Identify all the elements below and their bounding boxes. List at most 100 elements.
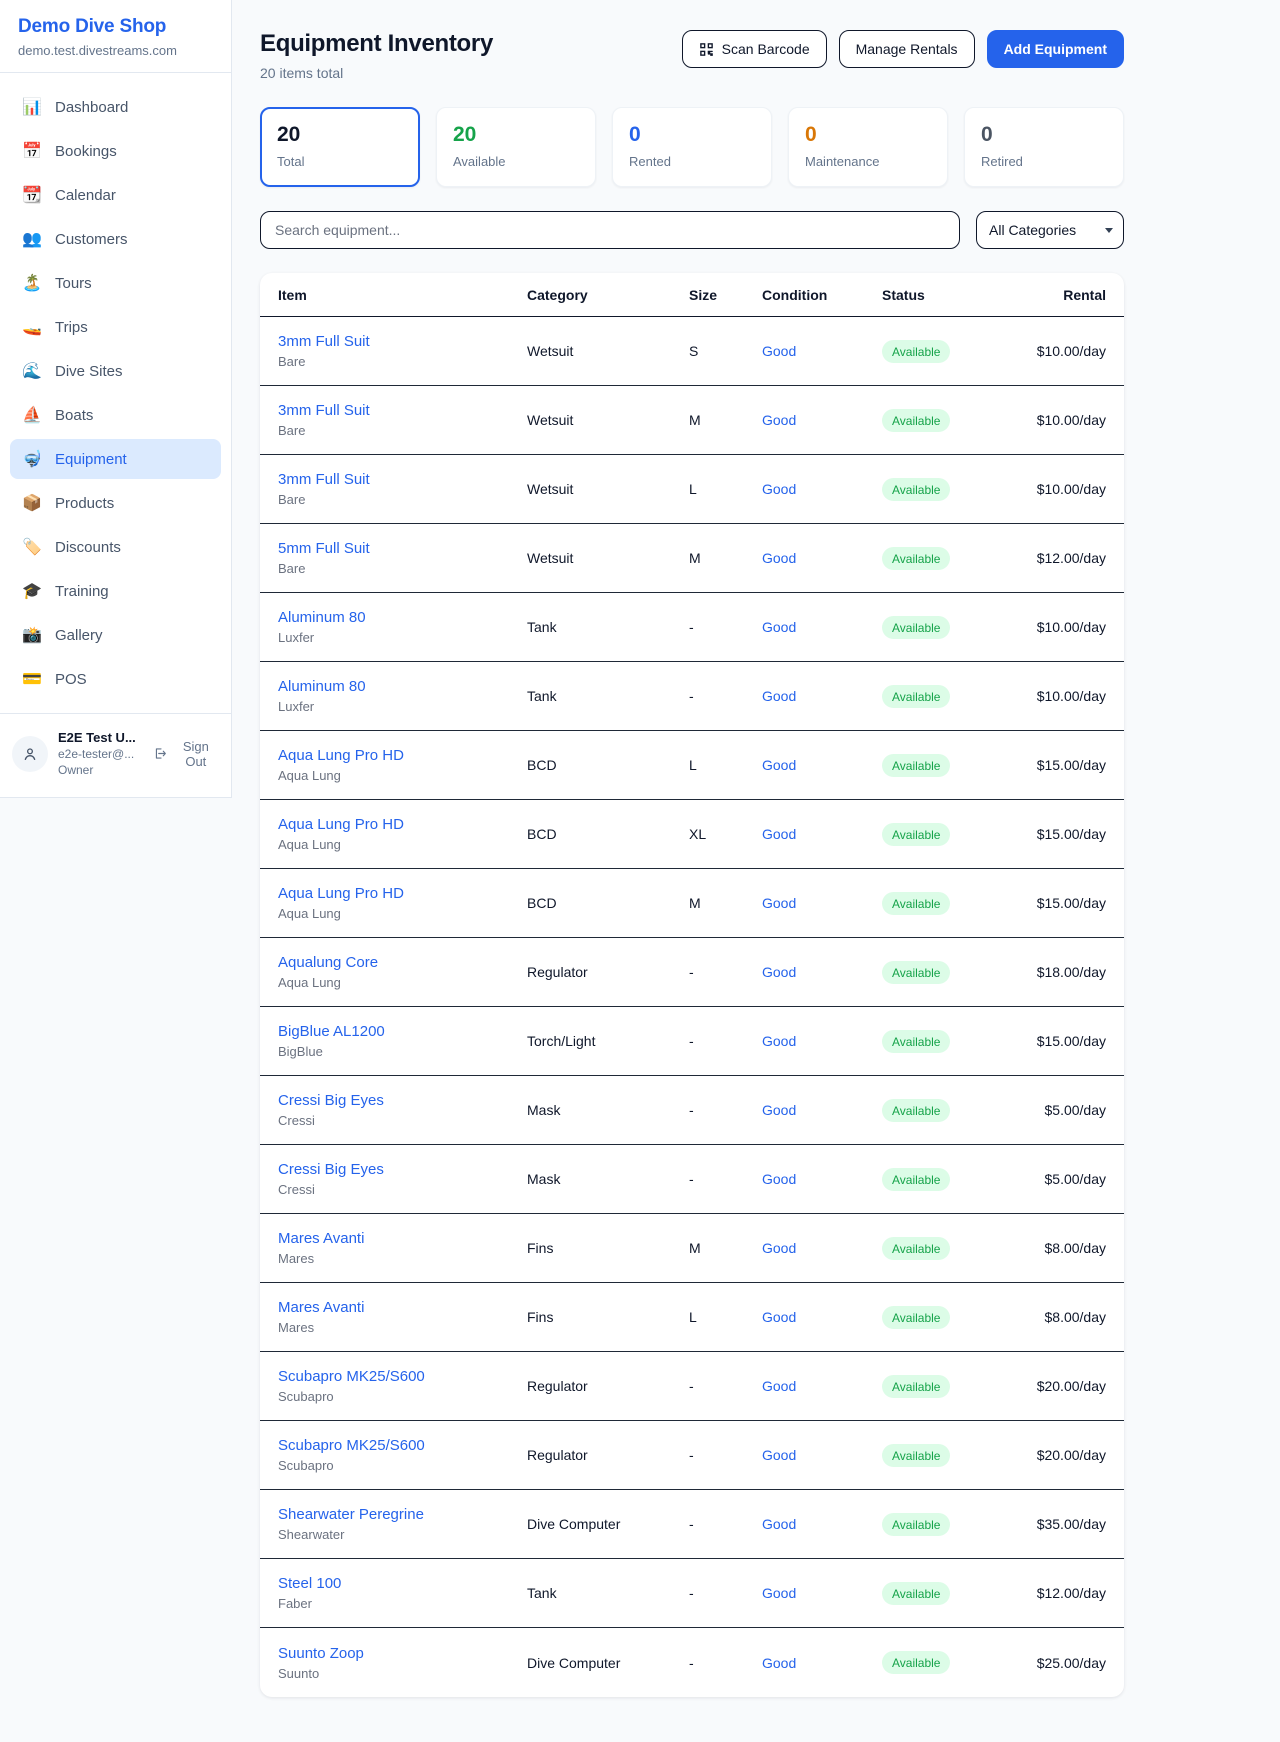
sidebar-item[interactable]: 📦 Products (10, 483, 221, 523)
stat-card[interactable]: 0 Rented (612, 107, 772, 187)
sidebar-item-icon: 🤿 (22, 449, 42, 469)
rental-cell: $15.00/day (1022, 757, 1106, 773)
condition-link[interactable]: Good (762, 1309, 882, 1325)
condition-link[interactable]: Good (762, 550, 882, 566)
search-input[interactable] (260, 211, 960, 249)
sidebar-item[interactable]: 👥 Customers (10, 219, 221, 259)
condition-link[interactable]: Good (762, 826, 882, 842)
sidebar-item[interactable]: 📸 Gallery (10, 615, 221, 655)
condition-link[interactable]: Good (762, 1033, 882, 1049)
size-cell: - (689, 964, 762, 980)
sidebar-item[interactable]: 📅 Bookings (10, 131, 221, 171)
item-name-link[interactable]: BigBlue AL1200 (278, 1023, 527, 1040)
sidebar-item[interactable]: 🏷️ Discounts (10, 527, 221, 567)
item-name-link[interactable]: Aqua Lung Pro HD (278, 747, 527, 764)
status-cell: Available (882, 1651, 1022, 1674)
sidebar-item[interactable]: 📆 Calendar (10, 175, 221, 215)
item-name-link[interactable]: Scubapro MK25/S600 (278, 1368, 527, 1385)
status-cell: Available (882, 685, 1022, 708)
category-cell: Torch/Light (527, 1033, 689, 1049)
sidebar-item-icon: 🌊 (22, 361, 42, 381)
sidebar-item[interactable]: 🤿 Equipment (10, 439, 221, 479)
item-name-link[interactable]: Aluminum 80 (278, 609, 527, 626)
stat-card[interactable]: 0 Retired (964, 107, 1124, 187)
condition-link[interactable]: Good (762, 1171, 882, 1187)
condition-link[interactable]: Good (762, 343, 882, 359)
item-name-link[interactable]: Aqualung Core (278, 954, 527, 971)
sidebar-item-label: Gallery (55, 627, 103, 644)
condition-link[interactable]: Good (762, 1102, 882, 1118)
item-cell: Aqua Lung Pro HD Aqua Lung (278, 816, 527, 852)
add-equipment-label: Add Equipment (1004, 41, 1107, 57)
sidebar-item-icon: 📸 (22, 625, 42, 645)
sign-out-button[interactable]: Sign Out (153, 739, 219, 769)
sign-out-label: Sign Out (173, 739, 219, 769)
sidebar-item[interactable]: ⛵ Boats (10, 395, 221, 435)
scan-barcode-label: Scan Barcode (722, 41, 810, 57)
sidebar-item[interactable]: 🏝️ Tours (10, 263, 221, 303)
rental-cell: $12.00/day (1022, 550, 1106, 566)
condition-link[interactable]: Good (762, 1655, 882, 1671)
item-name-link[interactable]: Aluminum 80 (278, 678, 527, 695)
sidebar: Demo Dive Shop demo.test.divestreams.com… (0, 0, 232, 798)
sidebar-item-icon: 📊 (22, 97, 42, 117)
item-name-link[interactable]: Cressi Big Eyes (278, 1161, 527, 1178)
size-cell: - (689, 1102, 762, 1118)
item-name-link[interactable]: 3mm Full Suit (278, 333, 527, 350)
condition-link[interactable]: Good (762, 1585, 882, 1601)
size-cell: - (689, 1516, 762, 1532)
stat-card[interactable]: 20 Available (436, 107, 596, 187)
table-row: 3mm Full Suit Bare Wetsuit M Good Availa… (260, 386, 1124, 455)
sidebar-item[interactable]: 🎓 Training (10, 571, 221, 611)
condition-link[interactable]: Good (762, 688, 882, 704)
condition-link[interactable]: Good (762, 1378, 882, 1394)
item-name-link[interactable]: Mares Avanti (278, 1230, 527, 1247)
item-name-link[interactable]: Mares Avanti (278, 1299, 527, 1316)
item-cell: 3mm Full Suit Bare (278, 402, 527, 438)
category-filter-select[interactable]: All Categories (976, 211, 1124, 249)
manage-rentals-button[interactable]: Manage Rentals (839, 30, 975, 68)
condition-link[interactable]: Good (762, 895, 882, 911)
user-section: E2E Test U... e2e-tester@... Owner Sign … (0, 714, 231, 797)
size-cell: L (689, 481, 762, 497)
size-cell: M (689, 412, 762, 428)
condition-link[interactable]: Good (762, 619, 882, 635)
item-brand: BigBlue (278, 1044, 527, 1059)
table-row: Suunto Zoop Suunto Dive Computer - Good … (260, 1628, 1124, 1697)
stat-card[interactable]: 0 Maintenance (788, 107, 948, 187)
add-equipment-button[interactable]: Add Equipment (987, 30, 1124, 68)
item-brand: Aqua Lung (278, 768, 527, 783)
sidebar-item[interactable]: 💳 POS (10, 659, 221, 699)
status-cell: Available (882, 616, 1022, 639)
sidebar-item[interactable]: 📊 Dashboard (10, 87, 221, 127)
condition-link[interactable]: Good (762, 964, 882, 980)
status-badge: Available (882, 823, 950, 846)
stat-card[interactable]: 20 Total (260, 107, 420, 187)
item-name-link[interactable]: Aqua Lung Pro HD (278, 885, 527, 902)
item-name-link[interactable]: Scubapro MK25/S600 (278, 1437, 527, 1454)
condition-link[interactable]: Good (762, 412, 882, 428)
status-cell: Available (882, 1375, 1022, 1398)
condition-link[interactable]: Good (762, 1447, 882, 1463)
item-name-link[interactable]: 3mm Full Suit (278, 471, 527, 488)
scan-barcode-button[interactable]: Scan Barcode (682, 30, 827, 68)
item-name-link[interactable]: Aqua Lung Pro HD (278, 816, 527, 833)
item-name-link[interactable]: Steel 100 (278, 1575, 527, 1592)
condition-link[interactable]: Good (762, 1516, 882, 1532)
item-name-link[interactable]: 3mm Full Suit (278, 402, 527, 419)
category-cell: Wetsuit (527, 343, 689, 359)
sidebar-item[interactable]: 🚤 Trips (10, 307, 221, 347)
shop-name[interactable]: Demo Dive Shop (18, 16, 213, 38)
condition-link[interactable]: Good (762, 757, 882, 773)
stats-row: 20 Total 20 Available 0 Rented 0 Mainten… (260, 107, 1124, 187)
category-cell: Tank (527, 688, 689, 704)
condition-link[interactable]: Good (762, 481, 882, 497)
item-name-link[interactable]: 5mm Full Suit (278, 540, 527, 557)
item-name-link[interactable]: Shearwater Peregrine (278, 1506, 527, 1523)
status-badge: Available (882, 754, 950, 777)
item-name-link[interactable]: Cressi Big Eyes (278, 1092, 527, 1109)
item-name-link[interactable]: Suunto Zoop (278, 1645, 527, 1662)
sidebar-item[interactable]: 🌊 Dive Sites (10, 351, 221, 391)
condition-link[interactable]: Good (762, 1240, 882, 1256)
stat-label: Total (277, 154, 403, 169)
